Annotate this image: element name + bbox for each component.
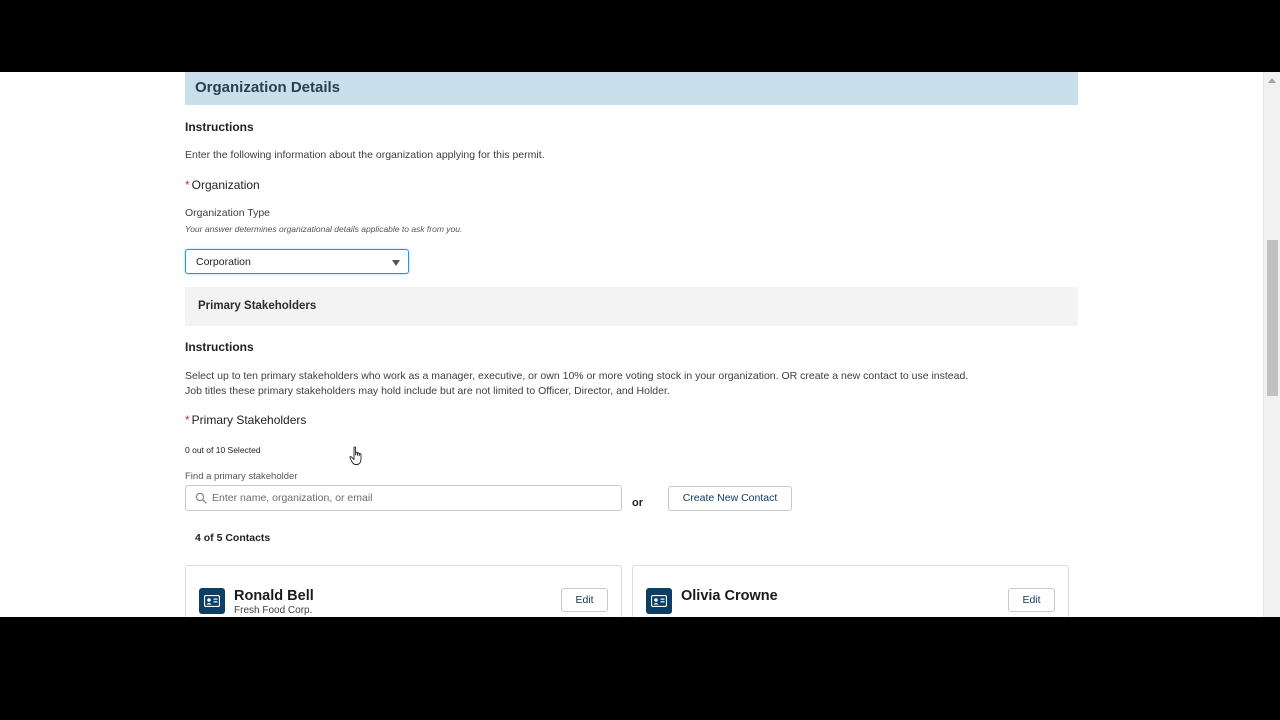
create-new-contact-button[interactable]: Create New Contact — [668, 486, 792, 511]
hand-cursor-icon — [349, 446, 362, 465]
primary-stakeholders-section-header: Primary Stakeholders — [185, 287, 1078, 326]
contact-card-icon — [199, 588, 225, 614]
scrollbar-thumb[interactable] — [1267, 240, 1278, 396]
instructions-heading: Instructions — [185, 120, 254, 134]
id-card-icon — [204, 595, 220, 607]
contact-name: Ronald Bell — [234, 588, 314, 604]
edit-contact-button[interactable]: Edit — [561, 588, 608, 612]
page-viewport: Organization Details Instructions Enter … — [0, 72, 1280, 617]
or-separator: or — [632, 497, 643, 509]
organization-details-header: Organization Details — [185, 72, 1078, 105]
edit-contact-button[interactable]: Edit — [1008, 588, 1055, 612]
organization-type-select[interactable]: Corporation — [185, 249, 409, 274]
organization-details-title: Organization Details — [195, 79, 341, 96]
organization-label-text: Organization — [191, 178, 260, 192]
contact-name: Olivia Crowne — [681, 588, 778, 604]
stakeholders-instructions-line1: Select up to ten primary stakeholders wh… — [185, 370, 969, 382]
contact-card[interactable]: Ronald Bell Fresh Food Corp. Edit — [185, 565, 622, 617]
id-card-icon — [651, 595, 667, 607]
primary-stakeholders-section-title: Primary Stakeholders — [198, 300, 317, 312]
letterbox-top — [0, 0, 1280, 72]
contact-card-icon — [646, 588, 672, 614]
contact-card[interactable]: Olivia Crowne Edit — [632, 565, 1069, 617]
stakeholders-instructions-line2: Job titles these primary stakeholders ma… — [185, 385, 670, 397]
required-marker: * — [185, 413, 190, 427]
contact-organization: Fresh Food Corp. — [234, 605, 313, 616]
required-marker: * — [185, 178, 190, 192]
instructions-text: Enter the following information about th… — [185, 149, 545, 161]
organization-type-help: Your answer determines organizational de… — [185, 224, 463, 234]
primary-stakeholders-label-text: Primary Stakeholders — [191, 413, 307, 427]
primary-stakeholders-label: * Primary Stakeholders — [185, 413, 306, 427]
scroll-up-arrow-icon[interactable] — [1264, 72, 1280, 88]
stakeholders-instructions-heading: Instructions — [185, 340, 254, 354]
chevron-down-icon — [392, 260, 400, 266]
contacts-count: 4 of 5 Contacts — [195, 532, 271, 544]
letterbox-bottom — [0, 617, 1280, 720]
organization-label: * Organization — [185, 178, 260, 192]
find-stakeholder-label: Find a primary stakeholder — [185, 471, 298, 482]
stakeholder-search-input[interactable] — [212, 486, 612, 510]
stakeholder-search-box — [185, 485, 622, 511]
organization-type-label: Organization Type — [185, 207, 271, 219]
selected-count: 0 out of 10 Selected — [185, 445, 261, 455]
organization-type-value: Corporation — [196, 256, 251, 268]
vertical-scrollbar[interactable] — [1263, 72, 1280, 617]
search-icon — [195, 492, 207, 504]
